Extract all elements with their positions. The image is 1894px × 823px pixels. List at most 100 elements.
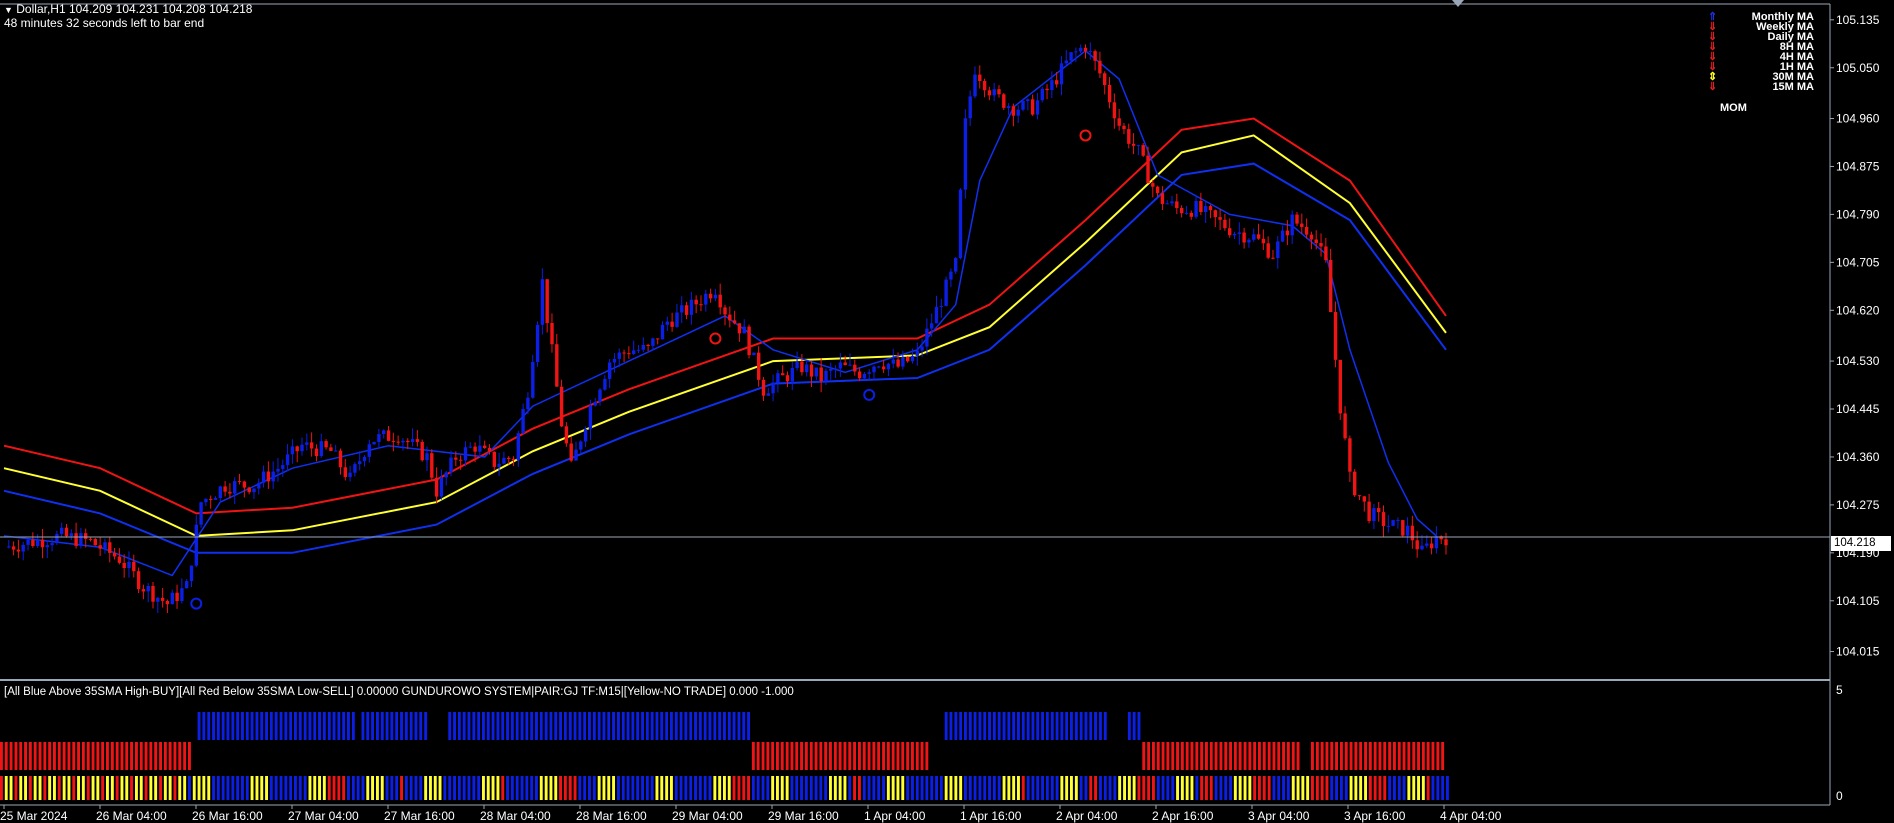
mixed-signal-bar [188,776,191,800]
mixed-signal-bar [1074,776,1078,800]
candle-body [1343,413,1347,439]
mixed-signal-bar [785,776,789,800]
x-tick-label: 29 Mar 16:00 [768,809,839,823]
buy-signal-bar [636,712,640,740]
sell-signal-bar [790,742,794,770]
candle-body [901,356,905,367]
buy-signal-bar [727,712,731,740]
mixed-signal-bar [1402,776,1406,800]
sell-signal-bar [0,742,3,770]
candle-body [16,549,21,552]
candle-body [891,359,895,364]
candle-body [146,586,150,592]
buy-signal-bar [1055,712,1059,740]
candle-body [857,371,862,379]
candle-body [598,389,602,402]
mixed-signal-bar [202,776,206,800]
buy-signal-bar [689,712,693,740]
candle-body [997,89,1001,95]
candle-body [74,533,78,546]
buy-signal-bar [419,712,423,740]
candle-body [285,454,290,466]
buy-signal-bar [968,712,972,740]
sell-signal-bar [751,742,755,770]
mixed-signal-bar [159,776,162,800]
y-tick-label: 104.275 [1836,498,1880,512]
candle-body [1204,206,1208,212]
candle-body [934,306,939,324]
mixed-signal-bar [149,776,153,800]
mixed-signal-bar [732,776,736,800]
buy-signal-bar [221,712,225,740]
sell-signal-bar [853,742,856,770]
candle-body [103,542,107,549]
buy-signal-bar [549,712,553,740]
buy-signal-bar [1074,712,1078,740]
mixed-signal-bar [525,776,529,800]
mixed-signal-bar [1079,776,1083,800]
buy-signal-bar [337,712,341,740]
mixed-signal-bar [1180,776,1184,800]
mixed-signal-bar [1021,776,1025,800]
candle-body [1324,246,1328,260]
candle-body [1410,525,1415,541]
candle-body [564,426,569,444]
candle-body [569,443,573,461]
candle-body [1353,471,1357,496]
mixed-signal-bar [867,776,871,800]
price-chart[interactable]: 105.135 105.050 104.960 104.875 104.790 104.7… [0,0,1894,823]
mixed-signal-bar [279,776,283,800]
candle-body [7,546,11,548]
buy-signal-bar [506,712,509,740]
mixed-signal-bar [1209,776,1213,800]
sell-signal-bar [1340,742,1343,770]
candle-body [579,441,583,450]
buy-signal-bar [265,712,268,740]
buy-signal-bar [462,712,466,740]
candle-body [40,539,45,548]
y-tick-label: 104.620 [1836,303,1880,317]
mixed-signal-bar [457,776,461,800]
candle-body [26,539,30,545]
mixed-signal-bar [1325,776,1329,800]
candle-body [1276,241,1280,258]
candle-body [833,368,838,370]
mixed-signal-bar [1306,776,1310,800]
candle-body [954,258,958,272]
mixed-signal-bar [1282,776,1285,800]
candle-body [21,544,25,552]
mixed-signal-bar [19,776,23,800]
mixed-signal-bar [1094,776,1097,800]
candle-body [949,271,953,280]
sell-signal-bar [1320,742,1324,770]
sell-signal-bar [756,742,760,770]
candle-body [987,90,992,96]
sell-signal-bar [1267,742,1271,770]
sell-signal-bar [858,742,861,770]
candle-body [367,444,371,457]
candle-body [1377,508,1381,513]
candle-body [665,321,669,325]
buy-signal-bar [1103,712,1107,740]
mixed-signal-bar [1258,776,1261,800]
sell-signal-bar [62,742,66,770]
mixed-signal-bar [274,776,278,800]
mixed-signal-bar [226,776,230,800]
candle-body [502,457,506,464]
mixed-signal-bar [578,776,582,800]
sell-signal-bar [1368,742,1372,770]
buy-signal-bar [597,712,601,740]
sell-signal-bar [1156,742,1160,770]
mixed-signal-bar [1152,776,1155,800]
candle-body [800,361,804,373]
mixed-signal-bar [376,776,379,800]
mixed-signal-bar [737,776,741,800]
mixed-signal-bar [1031,776,1035,800]
mixed-signal-bar [539,776,543,800]
mixed-signal-bar [255,776,259,800]
sell-signal-bar [168,742,172,770]
candle-body [1285,230,1290,236]
mixed-signal-bar [891,776,895,800]
candle-body [372,442,376,445]
buy-signal-bar [978,712,982,740]
